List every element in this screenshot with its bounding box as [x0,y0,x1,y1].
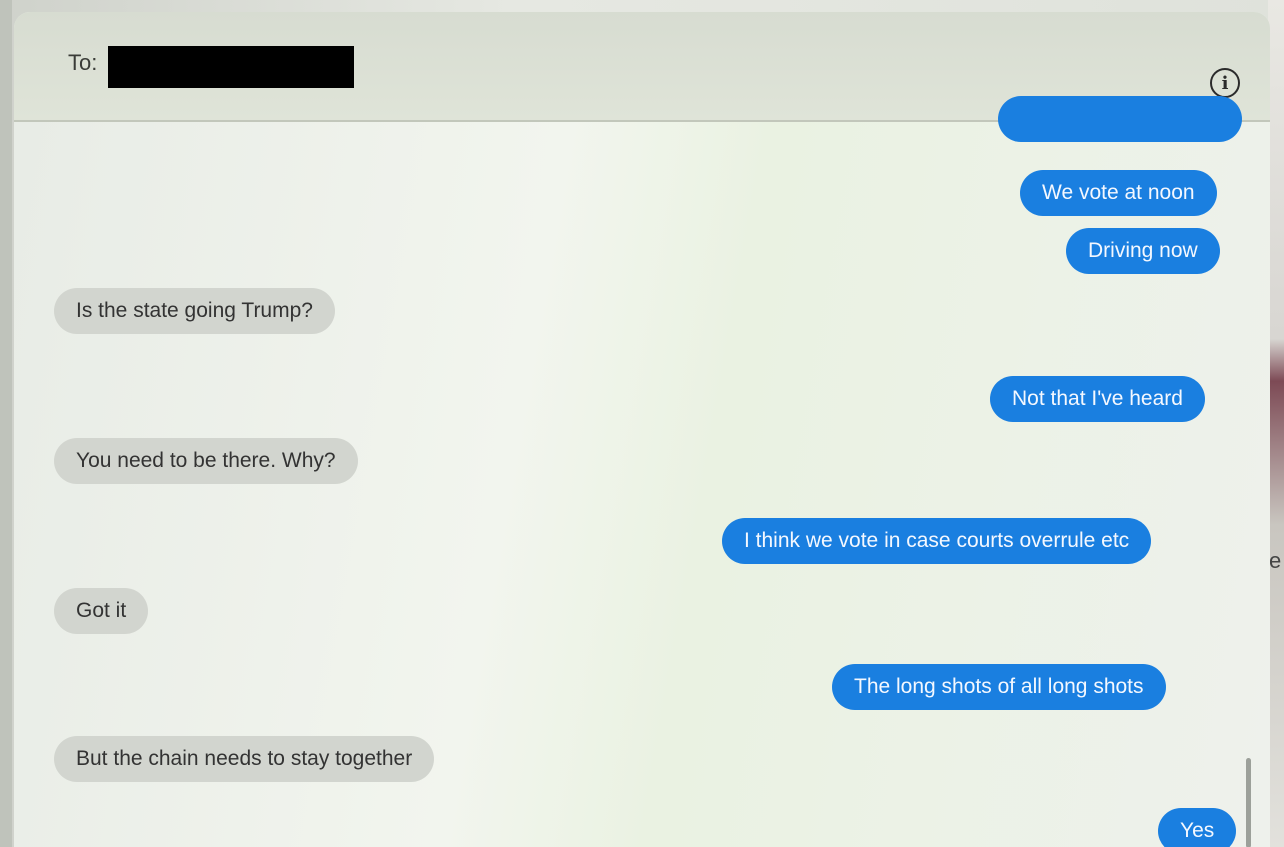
to-label: To: [68,50,98,75]
message-bubble-incoming: But the chain needs to stay together [54,736,435,782]
left-edge [0,0,12,847]
message-bubble-outgoing: Driving now [1066,228,1220,274]
redacted-recipient [108,46,354,88]
message-bubble-outgoing: Yes [1158,808,1237,847]
messages-window: To: i We vote at noon Driving now Is the… [14,12,1270,847]
right-edge [1268,0,1284,847]
scrollbar[interactable] [1246,758,1251,847]
message-bubble-outgoing: I think we vote in case courts overrule … [722,518,1152,564]
message-bubble-incoming: Got it [54,588,149,634]
info-icon[interactable]: i [1210,68,1240,98]
message-bubble-outgoing: The long shots of all long shots [832,664,1166,710]
right-edge-fragment: e [1269,548,1282,573]
message-bubble-incoming: Is the state going Trump? [54,288,335,334]
message-bubble-outgoing: We vote at noon [1020,170,1217,216]
message-bubble-outgoing-partial [998,96,1242,142]
message-thread[interactable]: We vote at noon Driving now Is the state… [14,96,1270,847]
message-bubble-incoming: You need to be there. Why? [54,438,358,484]
message-bubble-outgoing: Not that I've heard [990,376,1205,422]
